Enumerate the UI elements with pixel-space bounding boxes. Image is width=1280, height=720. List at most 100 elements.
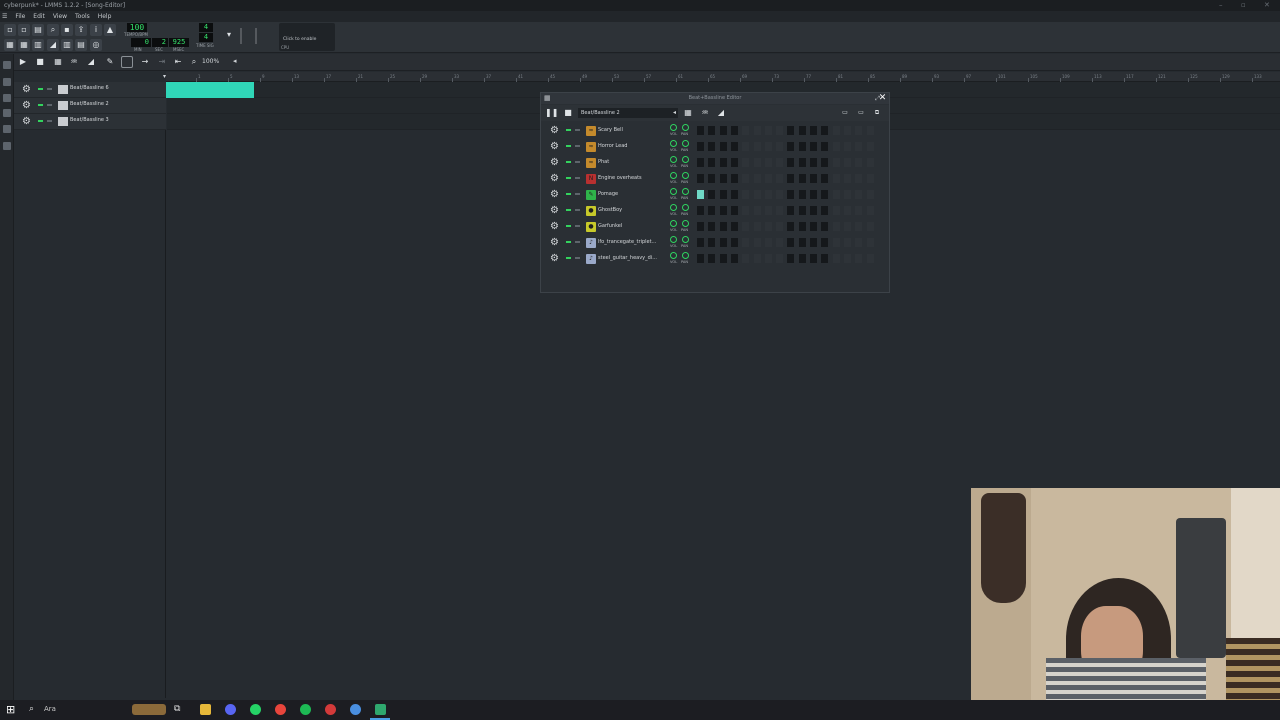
metronome-icon[interactable]: ▲	[104, 24, 116, 36]
step-button[interactable]	[787, 174, 795, 183]
my-samples-icon[interactable]	[3, 94, 11, 102]
step-button[interactable]	[855, 142, 863, 151]
step-button[interactable]	[697, 142, 704, 151]
pan-knob[interactable]	[682, 172, 689, 179]
volume-knob[interactable]	[670, 204, 677, 211]
step-button[interactable]	[719, 222, 727, 231]
task-view-icon[interactable]: ⧉	[174, 704, 185, 715]
mute-led-icon[interactable]	[566, 193, 571, 195]
step-button[interactable]	[742, 254, 750, 263]
menu-edit[interactable]: Edit	[33, 11, 45, 22]
add-sample-track-bb-icon[interactable]: ♒	[699, 107, 711, 119]
step-button[interactable]	[832, 158, 840, 167]
track-name[interactable]: Beat/Bassline 6	[70, 85, 109, 91]
step-button[interactable]	[753, 174, 761, 183]
instrument-name[interactable]: Engine overheats	[598, 175, 660, 181]
gear-icon[interactable]: ⚙	[22, 116, 31, 127]
step-button[interactable]	[866, 206, 874, 215]
nes-icon[interactable]: N	[586, 174, 596, 184]
volume-knob[interactable]	[670, 220, 677, 227]
step-button[interactable]	[730, 126, 738, 135]
automation-editor-icon[interactable]: ◢	[47, 39, 59, 51]
pan-knob[interactable]	[682, 156, 689, 163]
zoom-dropdown-icon[interactable]: ◂	[233, 57, 237, 65]
step-button[interactable]	[730, 142, 738, 151]
step-button[interactable]	[832, 222, 840, 231]
timesig-denominator[interactable]: 4	[199, 33, 213, 42]
step-button[interactable]	[753, 238, 761, 247]
piano-roll-icon[interactable]: ▥	[32, 39, 44, 51]
instrument-name[interactable]: steel_guitar_heavy_di...	[598, 255, 660, 261]
step-button[interactable]	[742, 126, 750, 135]
auto-scroll-icon[interactable]: →	[139, 56, 151, 68]
step-button[interactable]	[776, 254, 784, 263]
gear-icon[interactable]: ⚙	[550, 125, 559, 136]
step-button[interactable]	[730, 190, 738, 199]
playhead-icon[interactable]: ▾	[163, 73, 166, 80]
bb-instrument-row[interactable]: ⚙ N Engine overheats VOL PAN	[541, 171, 889, 187]
step-button[interactable]	[753, 142, 761, 151]
mute-led-icon[interactable]	[566, 225, 571, 227]
organic-icon[interactable]: ●	[586, 222, 596, 232]
step-button[interactable]	[855, 174, 863, 183]
step-button[interactable]	[697, 222, 704, 231]
step-button[interactable]	[832, 126, 840, 135]
step-button[interactable]	[855, 158, 863, 167]
zoom-value[interactable]: 100%	[202, 58, 219, 65]
step-button[interactable]	[764, 158, 772, 167]
step-button[interactable]	[787, 238, 795, 247]
solo-led-icon[interactable]	[575, 177, 580, 179]
step-button[interactable]	[787, 222, 795, 231]
step-button[interactable]	[787, 206, 795, 215]
stop-icon[interactable]: ■	[34, 56, 46, 68]
step-button[interactable]	[697, 126, 704, 135]
audiofile-processor-icon[interactable]: ♪	[586, 238, 596, 248]
master-volume-icon[interactable]: ▾	[227, 30, 233, 40]
tripleoscillator-icon[interactable]: ≈	[586, 158, 596, 168]
step-button[interactable]	[843, 254, 851, 263]
instrument-name[interactable]: lfo_trancegate_triplet...	[598, 239, 660, 245]
gear-icon[interactable]: ⚙	[550, 205, 559, 216]
bb-stop-icon[interactable]: ■	[562, 107, 574, 119]
recent-projects-icon[interactable]: ⌕	[47, 24, 59, 36]
step-button[interactable]	[832, 238, 840, 247]
step-button[interactable]	[810, 126, 817, 135]
volume-knob[interactable]	[670, 140, 677, 147]
solo-led-icon[interactable]	[47, 120, 52, 122]
step-button[interactable]	[776, 206, 784, 215]
bb-instrument-row[interactable]: ⚙ ✎ Pomage VOL PAN	[541, 187, 889, 203]
step-button[interactable]	[855, 206, 863, 215]
step-button[interactable]	[730, 238, 738, 247]
solo-led-icon[interactable]	[47, 88, 52, 90]
lmms-taskbar-icon[interactable]	[375, 704, 386, 715]
export-project-icon[interactable]: ⇪	[75, 24, 87, 36]
step-button[interactable]	[776, 158, 784, 167]
step-button[interactable]	[787, 126, 795, 135]
mute-led-icon[interactable]	[38, 104, 43, 106]
fx-mixer-icon[interactable]: ▥	[61, 39, 73, 51]
sfxr-icon[interactable]: ✎	[586, 190, 596, 200]
step-button[interactable]	[810, 174, 817, 183]
solo-led-icon[interactable]	[575, 129, 580, 131]
step-button[interactable]	[798, 174, 806, 183]
step-button[interactable]	[708, 126, 716, 135]
volume-knob[interactable]	[670, 172, 677, 179]
bb-instrument-row[interactable]: ⚙ ≈ Phat VOL PAN	[541, 155, 889, 171]
step-button[interactable]	[697, 238, 704, 247]
step-button[interactable]	[764, 174, 772, 183]
step-button[interactable]	[776, 174, 784, 183]
step-button[interactable]	[798, 158, 806, 167]
step-button[interactable]	[742, 222, 750, 231]
new-from-template-icon[interactable]: ▫	[18, 24, 30, 36]
step-button[interactable]	[843, 174, 851, 183]
solo-led-icon[interactable]	[575, 209, 580, 211]
step-button[interactable]	[866, 126, 874, 135]
bb-instrument-row[interactable]: ⚙ ● Garfunkel VOL PAN	[541, 219, 889, 235]
step-button[interactable]	[708, 142, 716, 151]
app-menu-icon[interactable]: ☰	[2, 11, 7, 22]
step-button[interactable]	[753, 126, 761, 135]
edit-mode-icon[interactable]	[121, 56, 133, 68]
step-button[interactable]	[730, 254, 738, 263]
gear-icon[interactable]: ⚙	[550, 189, 559, 200]
step-button[interactable]	[697, 254, 704, 263]
